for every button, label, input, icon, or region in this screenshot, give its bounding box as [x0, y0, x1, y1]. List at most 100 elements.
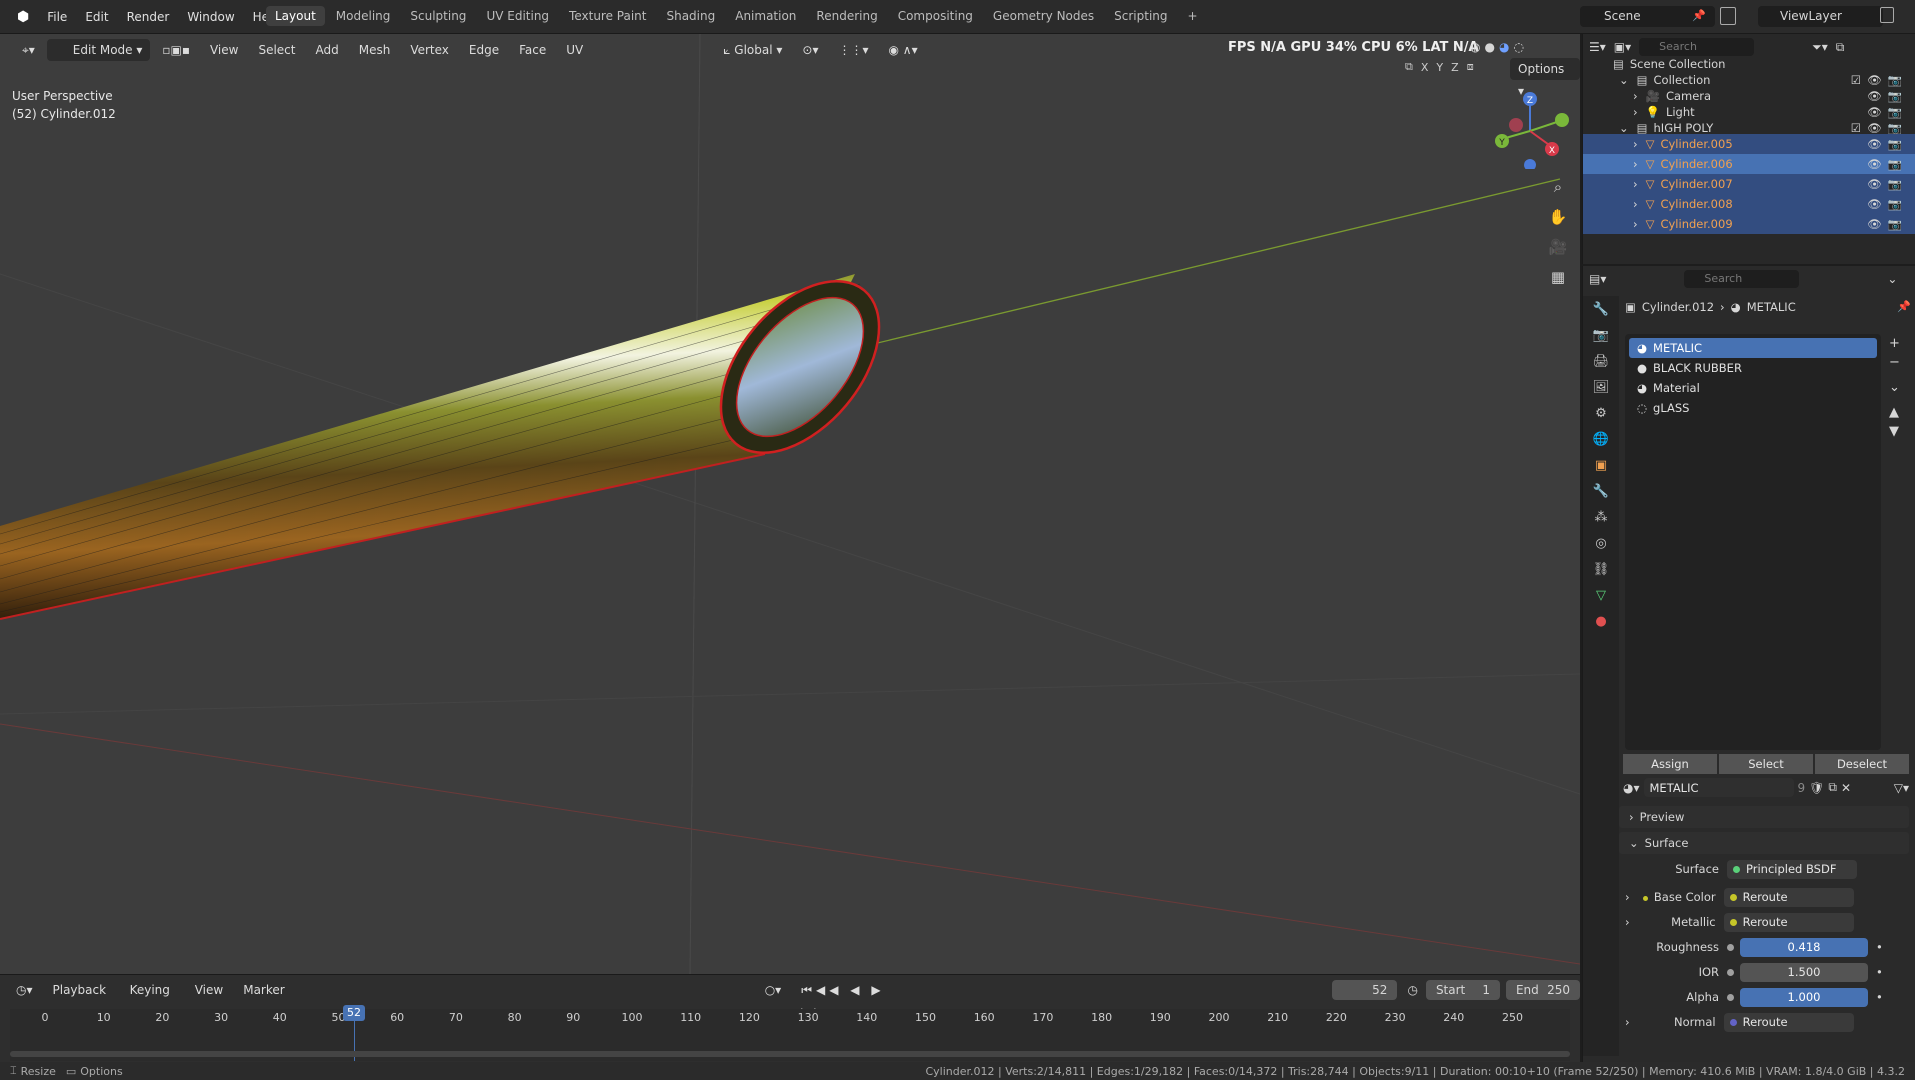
- menu-face[interactable]: Face: [511, 39, 554, 61]
- tab-texture-paint[interactable]: Texture Paint: [560, 6, 655, 26]
- visibility-icons[interactable]: 👁📷: [1867, 157, 1908, 171]
- fake-user-icon[interactable]: 🛡: [1809, 781, 1824, 795]
- cylinder-body[interactable]: [0, 274, 855, 619]
- visibility-icons[interactable]: 👁📷: [1867, 217, 1908, 231]
- chevron-right-icon[interactable]: ›: [1633, 137, 1638, 151]
- visibility-icons[interactable]: ☑👁📷: [1851, 73, 1908, 87]
- material-slot[interactable]: ◕ METALIC: [1629, 338, 1877, 358]
- start-frame-field[interactable]: Start 1: [1425, 980, 1500, 1000]
- properties-editor-icon[interactable]: ▤▾: [1589, 272, 1606, 286]
- visibility-icons[interactable]: ☑👁📷: [1851, 121, 1908, 135]
- current-frame-field[interactable]: 52: [1332, 980, 1398, 1000]
- axis-x-button[interactable]: X: [1421, 61, 1429, 74]
- metallic-field[interactable]: Reroute: [1723, 912, 1854, 932]
- view-layer-icon[interactable]: 🖼: [1583, 374, 1619, 400]
- chevron-right-icon[interactable]: ›: [1633, 105, 1638, 119]
- duplicate-icon[interactable]: ⧉: [1828, 780, 1837, 795]
- remove-slot-icon[interactable]: −: [1889, 355, 1900, 370]
- tab-shading[interactable]: Shading: [657, 6, 724, 26]
- tab-layout[interactable]: Layout: [266, 6, 325, 26]
- add-workspace-icon[interactable]: +: [1179, 6, 1207, 26]
- menu-window[interactable]: Window: [178, 10, 243, 24]
- assign-button[interactable]: Assign: [1623, 754, 1717, 774]
- playback-controls[interactable]: ⏮◀◀ ◀ ▶ ▶▶⏭: [793, 979, 928, 1019]
- snap-icon[interactable]: ⋮⋮▾: [830, 39, 876, 61]
- chevron-right-icon[interactable]: ›: [1633, 89, 1638, 103]
- menu-add[interactable]: Add: [308, 39, 347, 61]
- 3d-viewport[interactable]: ⌖▾ Edit Mode ▾ ▫▣▪ View Select Add Mesh …: [0, 34, 1580, 974]
- add-slot-icon[interactable]: +: [1889, 336, 1900, 351]
- pan-hand-icon[interactable]: ✋: [1545, 204, 1571, 230]
- outliner-editor-icon[interactable]: ☰▾: [1589, 40, 1606, 54]
- zoom-icon[interactable]: ⌕: [1545, 174, 1571, 200]
- material-shading-icon[interactable]: ◕: [1499, 40, 1509, 54]
- timeline-scrollbar[interactable]: [10, 1051, 1570, 1057]
- normal-field[interactable]: Reroute: [1723, 1012, 1854, 1032]
- tab-uv-editing[interactable]: UV Editing: [477, 6, 558, 26]
- link-icon[interactable]: ▽▾: [1894, 781, 1909, 795]
- tab-compositing[interactable]: Compositing: [889, 6, 982, 26]
- pin-icon[interactable]: 📌: [1692, 9, 1706, 22]
- shading-buttons[interactable]: ◍ ● ◕ ◌: [1470, 40, 1524, 54]
- material-icon[interactable]: ●: [1583, 608, 1619, 634]
- output-icon[interactable]: 🖨: [1583, 348, 1619, 374]
- chevron-down-icon[interactable]: ⌄: [1619, 121, 1629, 135]
- surface-panel-header[interactable]: ⌄ Surface: [1619, 832, 1909, 854]
- navigation-gizmo[interactable]: Z X Y: [1490, 89, 1570, 169]
- visibility-icons[interactable]: 👁📷: [1867, 137, 1908, 151]
- visibility-icons[interactable]: 👁📷: [1867, 105, 1908, 119]
- mode-dropdown[interactable]: Edit Mode ▾: [46, 39, 151, 61]
- view-layer-field[interactable]: ViewLayer: [1758, 6, 1883, 27]
- properties-search[interactable]: Search: [1684, 270, 1800, 288]
- chevron-right-icon[interactable]: ›: [1633, 217, 1638, 231]
- chevron-right-icon[interactable]: ›: [1633, 197, 1638, 211]
- menu-select[interactable]: Select: [250, 39, 303, 61]
- tab-animation[interactable]: Animation: [726, 6, 805, 26]
- move-down-icon[interactable]: ▼: [1889, 424, 1900, 439]
- keyframe-dot-icon[interactable]: •: [1876, 940, 1883, 954]
- visibility-icons[interactable]: 👁📷: [1867, 177, 1908, 191]
- user-count[interactable]: 9: [1798, 781, 1806, 795]
- outliner-object-row[interactable]: › ▽ Cylinder.009 👁📷: [1583, 214, 1915, 234]
- tab-geometry-nodes[interactable]: Geometry Nodes: [984, 6, 1103, 26]
- base-color-field[interactable]: Reroute: [1723, 887, 1854, 907]
- mirror-icon[interactable]: ⧉: [1405, 60, 1413, 74]
- roughness-slider[interactable]: 0.418: [1740, 937, 1868, 957]
- orientation-dropdown[interactable]: ⟀ Global ▾: [715, 39, 790, 61]
- keyframe-dot-icon[interactable]: •: [1876, 965, 1883, 979]
- menu-file[interactable]: File: [38, 10, 76, 24]
- new-view-layer-icon[interactable]: [1880, 7, 1894, 23]
- slot-menu-icon[interactable]: ⌄: [1889, 380, 1900, 395]
- viewport-canvas[interactable]: [0, 34, 1580, 974]
- filter-icon[interactable]: ⏷▾: [1812, 40, 1828, 55]
- menu-uv[interactable]: UV: [558, 39, 591, 61]
- outliner-object-row[interactable]: › ▽ Cylinder.007 👁📷: [1583, 174, 1915, 194]
- display-mode-icon[interactable]: ▣▾: [1614, 40, 1631, 54]
- material-slot[interactable]: ◌ gLASS: [1629, 398, 1877, 418]
- deselect-button[interactable]: Deselect: [1815, 754, 1909, 774]
- outliner-object-row[interactable]: › ▽ Cylinder.008 👁📷: [1583, 194, 1915, 214]
- tab-modeling[interactable]: Modeling: [327, 6, 400, 26]
- move-up-icon[interactable]: ▲: [1889, 405, 1900, 420]
- playback-menu[interactable]: Playback ▾: [45, 979, 118, 1019]
- tab-scripting[interactable]: Scripting: [1105, 6, 1176, 26]
- constraints-icon[interactable]: ⛓: [1583, 556, 1619, 582]
- ior-field[interactable]: 1.500: [1740, 962, 1868, 982]
- menu-mesh[interactable]: Mesh: [351, 39, 399, 61]
- editor-type-icon[interactable]: ⌖▾: [14, 39, 43, 61]
- keying-menu[interactable]: Keying ▾: [122, 979, 183, 1019]
- menu-render[interactable]: Render: [118, 10, 179, 24]
- new-scene-icon[interactable]: [1720, 7, 1736, 25]
- axis-mirror-buttons[interactable]: ⧉ X Y Z ⧈: [1405, 60, 1474, 74]
- blender-logo-icon[interactable]: ⬢: [8, 9, 38, 25]
- perspective-grid-icon[interactable]: ▦: [1545, 264, 1571, 290]
- menu-edit[interactable]: Edit: [76, 10, 117, 24]
- material-browse-icon[interactable]: ◕▾: [1623, 781, 1640, 795]
- menu-view[interactable]: View: [202, 39, 246, 61]
- new-collection-icon[interactable]: ⧉: [1836, 40, 1845, 55]
- material-name-field[interactable]: METALIC: [1643, 778, 1794, 797]
- clock-icon[interactable]: ◷: [1407, 983, 1417, 997]
- record-icon[interactable]: ○▾: [757, 979, 790, 1001]
- chevron-down-icon[interactable]: ⌄: [1887, 272, 1897, 286]
- options-dropdown[interactable]: Options ▾: [1510, 58, 1580, 98]
